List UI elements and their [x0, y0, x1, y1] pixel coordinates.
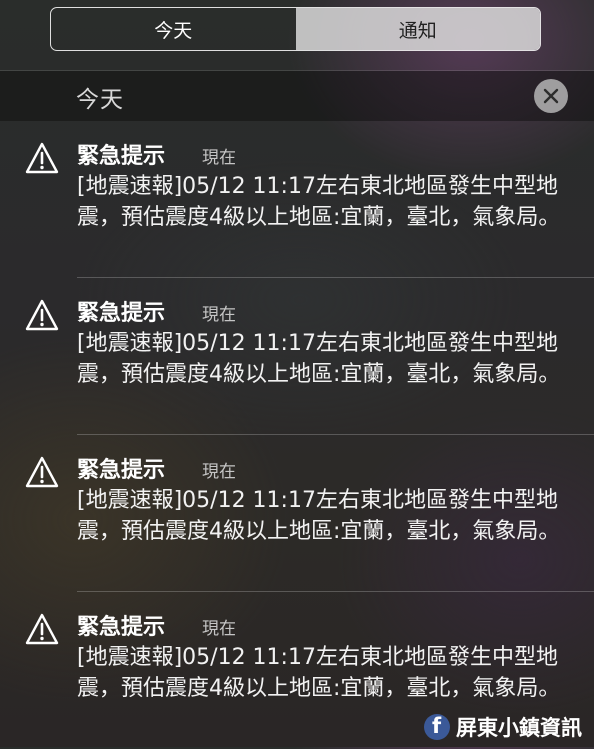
segmented-control: 今天 通知 [50, 7, 541, 51]
notification-body: [地震速報]05/12 11:17左右東北地區發生中型地震，預估震度4級以上地區… [77, 488, 561, 544]
notification-title: 緊急提示 [77, 458, 166, 483]
watermark: 屏東小鎮資訊 [424, 712, 582, 742]
notification-item[interactable]: 緊急提示 現在 [地震速報]05/12 11:17左右東北地區發生中型地震，預估… [0, 278, 594, 435]
notification-time: 現在 [202, 305, 236, 325]
facebook-icon [424, 714, 450, 740]
tab-today-label: 今天 [154, 19, 193, 42]
notification-body: [地震速報]05/12 11:17左右東北地區發生中型地震，預估震度4級以上地區… [77, 331, 561, 387]
section-title: 今天 [76, 87, 124, 113]
notification-time: 現在 [202, 462, 236, 482]
notification-title: 緊急提示 [77, 615, 166, 640]
clear-button[interactable] [534, 79, 568, 113]
warning-icon [25, 613, 59, 645]
warning-icon [25, 456, 59, 488]
tab-notifications[interactable]: 通知 [295, 8, 540, 50]
warning-icon [25, 299, 59, 331]
close-icon [543, 88, 559, 104]
notification-title: 緊急提示 [77, 144, 166, 169]
notification-time: 現在 [202, 619, 236, 639]
watermark-text: 屏東小鎮資訊 [456, 715, 582, 740]
notification-time: 現在 [202, 148, 236, 168]
notification-body: [地震速報]05/12 11:17左右東北地區發生中型地震，預估震度4級以上地區… [77, 174, 561, 230]
warning-icon [25, 142, 59, 174]
notification-title: 緊急提示 [77, 301, 166, 326]
tab-today[interactable]: 今天 [51, 8, 296, 50]
notification-item[interactable]: 緊急提示 現在 [地震速報]05/12 11:17左右東北地區發生中型地震，預估… [0, 121, 594, 278]
section-header: 今天 [0, 71, 594, 121]
tab-notifications-label: 通知 [398, 19, 437, 42]
notification-item[interactable]: 緊急提示 現在 [地震速報]05/12 11:17左右東北地區發生中型地震，預估… [0, 435, 594, 592]
notification-body: [地震速報]05/12 11:17左右東北地區發生中型地震，預估震度4級以上地區… [77, 645, 561, 701]
